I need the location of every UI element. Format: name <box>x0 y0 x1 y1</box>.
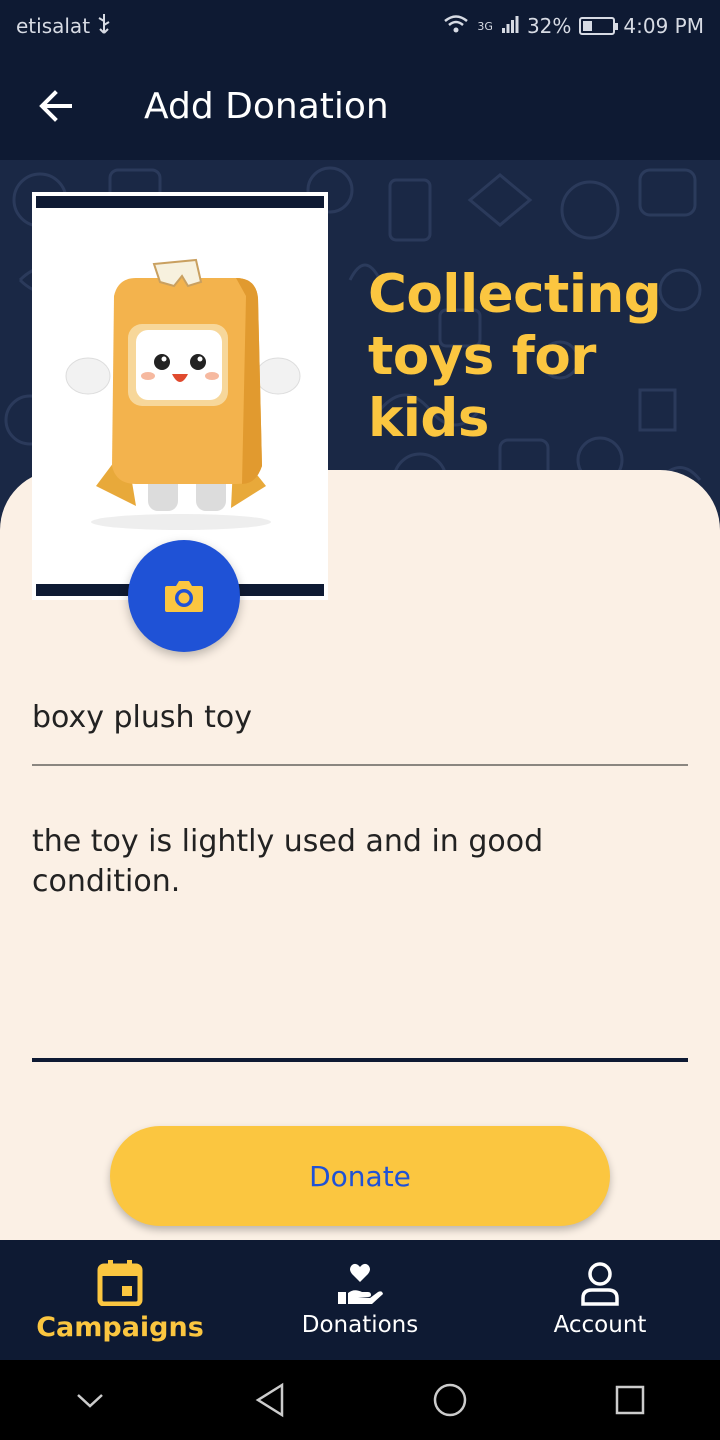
carrier-name: etisalat <box>16 14 91 38</box>
wifi-icon <box>443 14 469 39</box>
person-icon <box>581 1262 619 1306</box>
description-value: the toy is lightly used and in good cond… <box>32 824 544 899</box>
nav-item-donations[interactable]: Donations <box>240 1240 480 1360</box>
donate-button[interactable]: Donate <box>110 1126 610 1226</box>
signal-icon <box>501 14 519 39</box>
nav-item-campaigns[interactable]: Campaigns <box>0 1240 240 1360</box>
clock: 4:09 PM <box>623 14 704 38</box>
camera-icon <box>165 581 203 612</box>
donate-button-label: Donate <box>309 1159 411 1193</box>
battery-level-fill <box>583 21 593 31</box>
status-right: 3G 32% 4:09 PM <box>443 14 704 39</box>
description-field[interactable]: the toy is lightly used and in good cond… <box>32 822 688 1062</box>
back-button[interactable] <box>0 52 112 160</box>
collapse-button[interactable] <box>30 1360 150 1440</box>
app-bar: Add Donation <box>0 52 720 160</box>
nav-label-campaigns: Campaigns <box>36 1311 204 1343</box>
arrow-left-icon <box>39 90 72 122</box>
bottom-navigation: Campaigns Donations Account <box>0 1240 720 1360</box>
status-bar: etisalat 3G 32% 4:09 PM <box>0 0 720 52</box>
nav-label-donations: Donations <box>301 1312 419 1338</box>
home-system-button[interactable] <box>390 1360 510 1440</box>
network-type: 3G <box>477 19 493 33</box>
usb-icon <box>96 13 112 40</box>
square-recents-icon <box>615 1385 645 1415</box>
calendar-icon <box>97 1259 143 1306</box>
battery-icon <box>579 17 619 35</box>
donation-photo <box>32 192 328 600</box>
circle-home-icon <box>433 1383 467 1417</box>
photo-frame-top <box>36 196 324 208</box>
item-name-value: boxy plush toy <box>32 700 252 735</box>
item-name-field[interactable]: boxy plush toy <box>32 700 688 766</box>
nav-item-account[interactable]: Account <box>480 1240 720 1360</box>
page-title: Add Donation <box>144 85 389 127</box>
campaign-title: Collecting toys for kids <box>368 264 662 449</box>
recents-system-button[interactable] <box>570 1360 690 1440</box>
nav-label-account: Account <box>553 1312 647 1338</box>
system-navigation-bar <box>0 1360 720 1440</box>
camera-button[interactable] <box>128 540 240 652</box>
battery-percent: 32% <box>526 14 572 38</box>
triangle-back-icon <box>255 1382 284 1418</box>
status-left: etisalat <box>16 13 112 40</box>
heart-hand-icon <box>338 1263 383 1304</box>
toy-image <box>65 258 301 530</box>
chevron-down-icon <box>77 1394 103 1408</box>
back-system-button[interactable] <box>210 1360 330 1440</box>
